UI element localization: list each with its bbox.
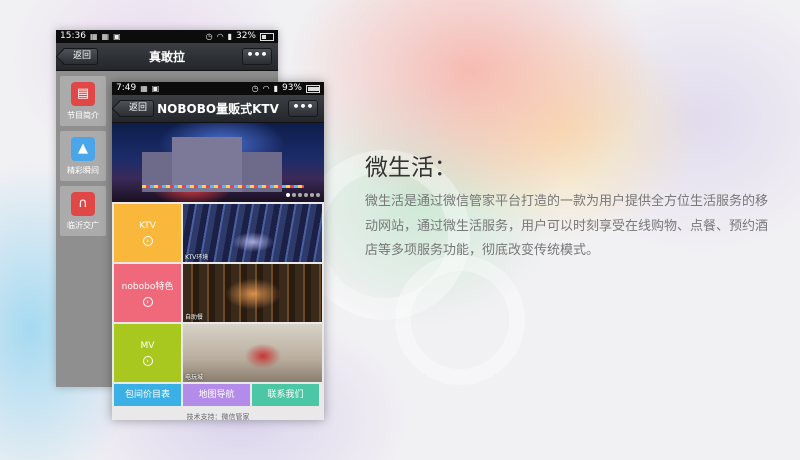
- nav-bar: 返回 真敢拉 •••: [56, 43, 278, 71]
- menu-tile-radio[interactable]: ∩ 临沂交广: [60, 186, 106, 236]
- category-grid: KTV › KTV环境 nobobo特色 › 自助餐 MV › 电玩城: [112, 202, 324, 382]
- menu-tile-highlights[interactable]: ▲ 精彩瞬间: [60, 131, 106, 181]
- tile-label: 临沂交广: [67, 220, 99, 230]
- decorative-ring: [395, 255, 525, 385]
- book-icon: ▤: [71, 81, 95, 106]
- carousel-dot: [292, 193, 296, 197]
- category-label: MV: [140, 340, 155, 351]
- status-bar: 15:36 ▦ ▦ ▣ ◷ ◠ ▮ 32%: [56, 30, 278, 43]
- image-icon: ▣: [151, 84, 160, 93]
- room-prices-button[interactable]: 包间价目表: [114, 384, 181, 406]
- category-label: nobobo特色: [121, 282, 174, 292]
- banner-image[interactable]: [112, 123, 324, 202]
- status-time: 15:36: [60, 31, 86, 41]
- buffet-photo[interactable]: 自助餐: [183, 264, 322, 322]
- signal-icon: ▮: [227, 32, 232, 41]
- status-time: 7:49: [116, 83, 137, 93]
- status-bar: 7:49 ▦ ▣ ◷ ◠ ▮ 93%: [112, 82, 324, 95]
- back-button[interactable]: 返回: [62, 48, 99, 65]
- battery-icon: [260, 32, 274, 41]
- photo-caption: 电玩城: [185, 374, 204, 381]
- carousel-dot: [304, 193, 308, 197]
- wifi-icon: ◠: [216, 32, 224, 41]
- category-mv-button[interactable]: MV ›: [114, 324, 181, 382]
- tile-label: 精彩瞬间: [67, 165, 99, 175]
- category-row: nobobo特色 › 自助餐: [114, 264, 324, 322]
- headline: 微生活：: [365, 155, 457, 181]
- headphones-icon: ∩: [71, 191, 95, 216]
- chevron-right-icon: ›: [142, 235, 153, 246]
- arcade-photo[interactable]: 电玩城: [183, 324, 322, 382]
- carousel-dot: [310, 193, 314, 197]
- chevron-right-icon: ›: [142, 297, 153, 307]
- image-icon: ▲: [71, 136, 95, 161]
- carousel-indicator[interactable]: [286, 193, 320, 197]
- map-navigation-button[interactable]: 地图导航: [183, 384, 250, 406]
- alarm-icon: ◷: [251, 84, 259, 93]
- more-button[interactable]: •••: [242, 48, 272, 65]
- image-icon: ▣: [113, 32, 121, 41]
- wifi-icon: ◠: [262, 84, 270, 93]
- nav-bar: 返回 NOBOBO量贩式KTV •••: [112, 95, 324, 123]
- grid-icon: ▦: [140, 84, 148, 93]
- category-label: KTV: [139, 220, 156, 231]
- banner-lights: [142, 185, 304, 188]
- contact-us-button[interactable]: 联系我们: [252, 384, 319, 406]
- nav-title: NOBOBO量贩式KTV: [157, 102, 279, 116]
- alarm-icon: ◷: [205, 32, 213, 41]
- photo-caption: 自助餐: [185, 314, 204, 321]
- back-button[interactable]: 返回: [118, 100, 155, 117]
- tech-support-credit: 技术支持：微信管家: [186, 413, 250, 420]
- footer-buttons: 包间价目表 地图导航 联系我们: [112, 384, 324, 406]
- description: 微生活是通过微信管家平台打造的一款为用户提供全方位生活服务的移动网站，通过微生活…: [365, 194, 769, 258]
- grid-icon: ▦: [89, 32, 98, 41]
- photo-caption: KTV环境: [185, 254, 209, 261]
- carousel-dot: [316, 193, 320, 197]
- category-ktv-button[interactable]: KTV ›: [114, 204, 181, 262]
- menu-tile-program-intro[interactable]: ▤ 节目简介: [60, 76, 106, 126]
- ktv-environment-photo[interactable]: KTV环境: [183, 204, 322, 262]
- banner-building: [172, 137, 242, 192]
- battery-percent: 93%: [281, 83, 302, 93]
- carousel-dot: [286, 193, 290, 197]
- signal-icon: ▮: [273, 84, 278, 93]
- battery-percent: 32%: [235, 31, 256, 41]
- battery-icon: [306, 84, 320, 93]
- category-row: MV › 电玩城: [114, 324, 324, 382]
- tile-label: 节目简介: [67, 110, 99, 120]
- carousel-dot: [298, 193, 302, 197]
- nav-title: 真敢拉: [148, 50, 185, 64]
- more-button[interactable]: •••: [288, 100, 318, 117]
- grid-icon: ▦: [101, 32, 110, 41]
- category-nobobo-button[interactable]: nobobo特色 ›: [114, 264, 181, 322]
- category-row: KTV › KTV环境: [114, 204, 324, 262]
- chevron-right-icon: ›: [142, 355, 153, 366]
- front-phone-screen: 7:49 ▦ ▣ ◷ ◠ ▮ 93% 返回 NOBOBO量贩式KTV ••• K…: [112, 82, 324, 420]
